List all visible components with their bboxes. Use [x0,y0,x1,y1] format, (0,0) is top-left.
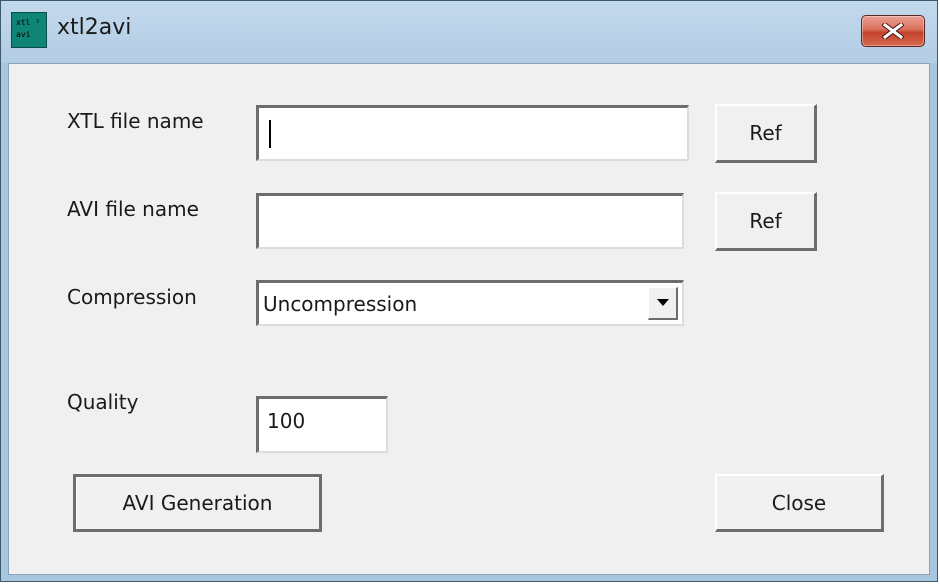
window-close-button[interactable] [861,15,925,47]
compression-selected-value: Uncompression [263,291,418,316]
avi-generation-button[interactable]: AVI Generation [73,474,322,532]
xtl-file-name-label: XTL file name [67,109,204,133]
dialog-window: xtl ² avi xtl2avi XTL file name Ref AVI … [0,0,938,582]
compression-select[interactable]: Uncompression [256,280,684,326]
chevron-down-icon [656,299,669,306]
quality-label: Quality [67,390,139,414]
title-bar[interactable]: xtl ² avi xtl2avi [1,1,937,63]
app-icon-glyph: xtl ² avi [16,18,41,39]
window-title: xtl2avi [57,15,132,40]
app-icon[interactable]: xtl ² avi [11,12,47,48]
quality-input[interactable]: 100 [256,396,388,453]
avi-ref-button[interactable]: Ref [715,192,817,251]
xtl-ref-button[interactable]: Ref [715,104,817,163]
quality-value: 100 [267,409,306,433]
compression-dropdown-button[interactable] [648,287,678,320]
close-icon [882,23,904,39]
xtl-file-name-input[interactable] [256,105,689,161]
text-caret [269,119,271,148]
dialog-body: XTL file name Ref AVI file name Ref Comp… [8,63,930,575]
avi-file-name-label: AVI file name [67,197,199,221]
avi-file-name-input[interactable] [256,193,684,249]
close-button[interactable]: Close [715,474,884,532]
compression-label: Compression [67,285,197,309]
